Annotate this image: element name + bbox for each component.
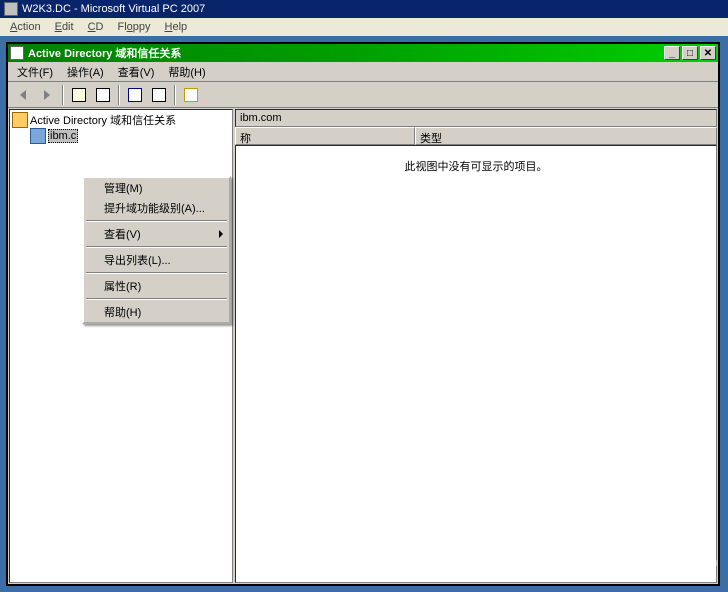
toolbar-show-hide-button[interactable] (92, 84, 114, 106)
help-icon (184, 88, 198, 102)
right-path-label: ibm.com (240, 112, 282, 124)
folder-up-icon (72, 88, 86, 102)
ad-toolbar (8, 82, 718, 108)
tree-node-domain[interactable]: ibm.c (30, 128, 230, 144)
vpc-app-icon (4, 2, 18, 16)
toolbar-up-button[interactable] (68, 84, 90, 106)
watermark-blog: Blog (678, 570, 718, 582)
right-path-bar: ibm.com (235, 109, 717, 127)
tree-root-icon (12, 112, 28, 128)
toolbar-separator (62, 85, 64, 105)
arrow-right-icon (44, 90, 50, 100)
ctx-separator (86, 272, 227, 274)
ctx-help[interactable]: 帮助(H) (84, 302, 229, 322)
toolbar-refresh-button[interactable] (148, 84, 170, 106)
domain-icon (30, 128, 46, 144)
ad-title-text: Active Directory 域和信任关系 (28, 45, 181, 61)
vpc-title-text: W2K3.DC - Microsoft Virtual PC 2007 (22, 3, 205, 15)
vpc-menu-help[interactable]: Help (159, 20, 194, 34)
column-headers[interactable]: 称 类型 (235, 127, 717, 145)
ctx-raise-domain-level[interactable]: 提升域功能级别(A)... (84, 198, 229, 218)
toolbar-forward-button[interactable] (36, 84, 58, 106)
submenu-arrow-icon (219, 230, 223, 238)
toolbar-separator (174, 85, 176, 105)
right-list[interactable]: 此视图中没有可显示的项目。 (235, 145, 717, 583)
watermark-brand: 51CTO.com (657, 557, 718, 569)
ctx-separator (86, 246, 227, 248)
arrow-left-icon (20, 90, 26, 100)
minimize-button[interactable]: _ (664, 46, 680, 60)
vpc-menu-action[interactable]: Action (4, 20, 47, 34)
maximize-button[interactable]: □ (682, 46, 698, 60)
vpc-menu-cd[interactable]: CD (82, 20, 110, 34)
context-menu[interactable]: 管理(M) 提升域功能级别(A)... 查看(V) 导出列表(L)... 属性(… (82, 176, 231, 324)
watermark: 51CTO.com 技术博客 Blog (603, 543, 718, 582)
toolbar-help-button[interactable] (180, 84, 202, 106)
tree-root-node[interactable]: Active Directory 域和信任关系 (12, 112, 230, 128)
close-button[interactable]: ✕ (700, 46, 716, 60)
properties-icon (128, 88, 142, 102)
guest-desktop: Active Directory 域和信任关系 _ □ ✕ 文件(F) 操作(A… (0, 36, 728, 592)
empty-list-message: 此视图中没有可显示的项目。 (236, 146, 716, 174)
watermark-tagline: 技术博客 (603, 570, 663, 582)
menu-view[interactable]: 查看(V) (111, 62, 162, 82)
ctx-separator (86, 220, 227, 222)
tree-root-label: Active Directory 域和信任关系 (30, 112, 176, 128)
vpc-menu-floppy[interactable]: Floppy (111, 20, 156, 34)
menu-action[interactable]: 操作(A) (60, 62, 111, 82)
column-name[interactable]: 称 (235, 127, 415, 145)
ctx-separator (86, 298, 227, 300)
toolbar-separator (118, 85, 120, 105)
vpc-title-bar: W2K3.DC - Microsoft Virtual PC 2007 (0, 0, 728, 18)
column-type[interactable]: 类型 (415, 127, 717, 145)
toolbar-back-button[interactable] (12, 84, 34, 106)
toolbar-properties-button[interactable] (124, 84, 146, 106)
right-pane: ibm.com 称 类型 此视图中没有可显示的项目。 (235, 109, 717, 583)
menu-file[interactable]: 文件(F) (10, 62, 60, 82)
vpc-menu-bar[interactable]: Action Edit CD Floppy Help (0, 18, 728, 36)
tree-node-domain-label: ibm.c (48, 129, 78, 143)
ctx-view[interactable]: 查看(V) (84, 224, 229, 244)
vpc-menu-edit[interactable]: Edit (49, 20, 80, 34)
ad-app-icon (10, 46, 24, 60)
panel-icon (96, 88, 110, 102)
menu-help[interactable]: 帮助(H) (161, 62, 212, 82)
ctx-manage[interactable]: 管理(M) (84, 178, 229, 198)
ctx-properties[interactable]: 属性(R) (84, 276, 229, 296)
ctx-export-list[interactable]: 导出列表(L)... (84, 250, 229, 270)
refresh-icon (152, 88, 166, 102)
ctx-view-label: 查看(V) (104, 226, 141, 242)
ad-menu-bar[interactable]: 文件(F) 操作(A) 查看(V) 帮助(H) (8, 62, 718, 82)
ad-title-bar[interactable]: Active Directory 域和信任关系 _ □ ✕ (8, 44, 718, 62)
